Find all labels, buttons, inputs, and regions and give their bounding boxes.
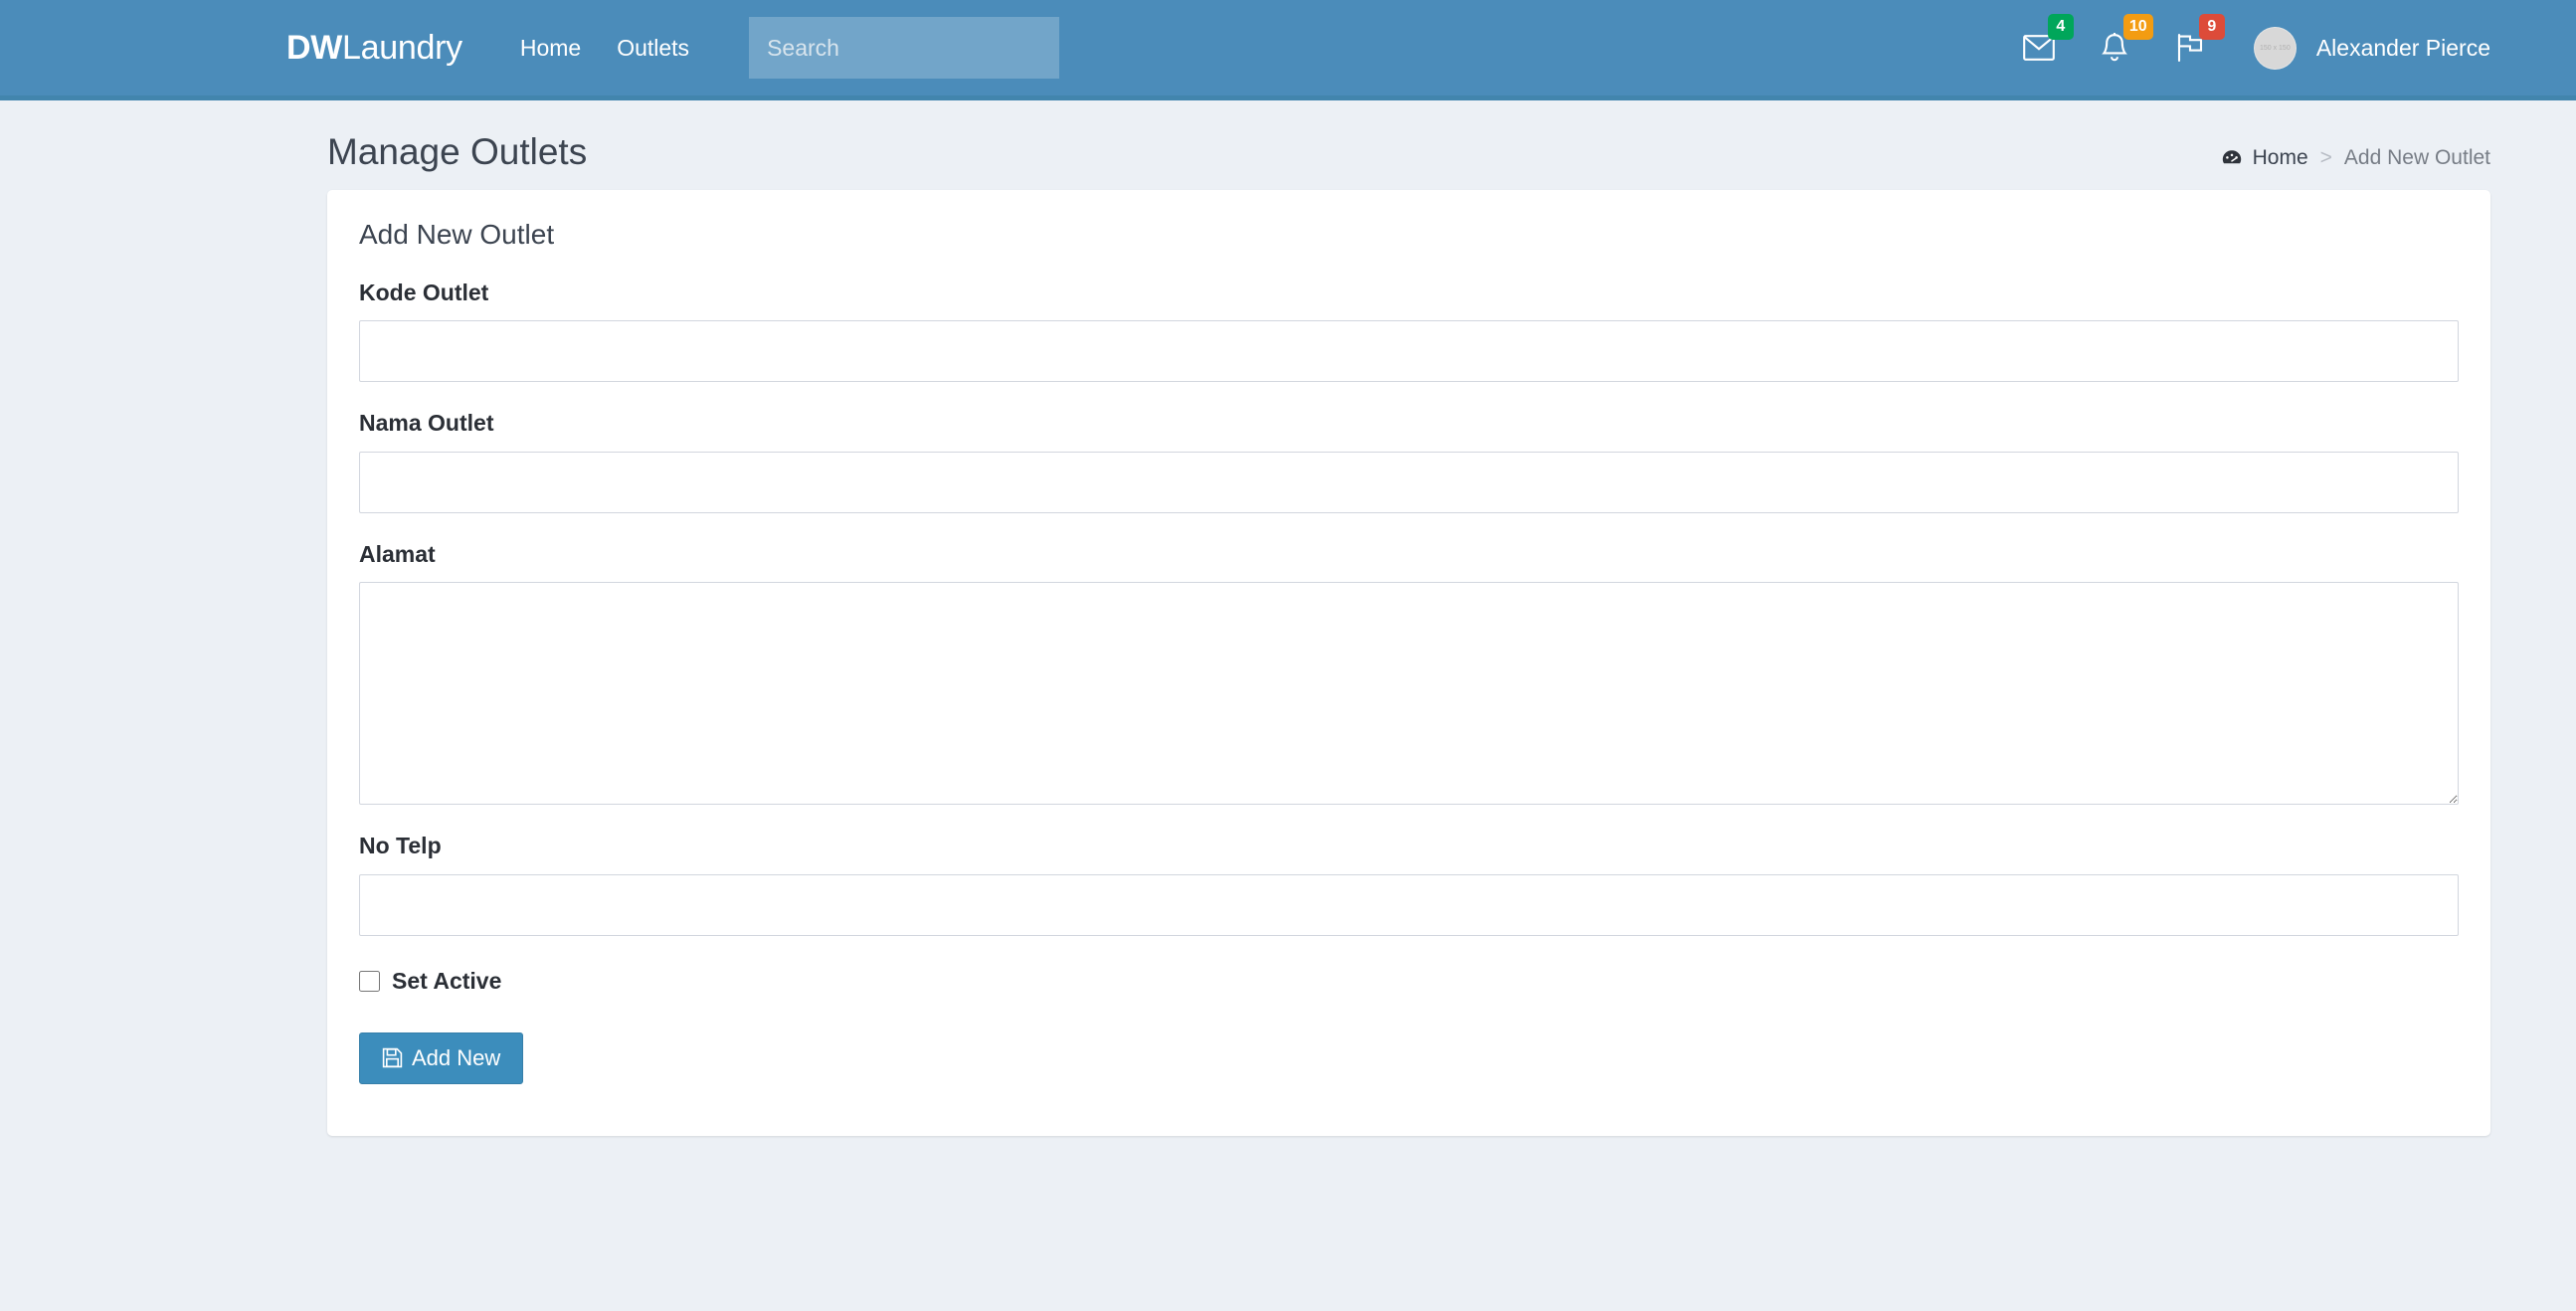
page-title: Manage Outlets (327, 131, 588, 172)
set-active-row: Set Active (359, 969, 2459, 993)
nama-outlet-input[interactable] (359, 451, 2459, 513)
card-header: Add New Outlet (327, 190, 2490, 258)
label-no-telp: No Telp (359, 833, 442, 859)
nav-link-home[interactable]: Home (502, 36, 599, 60)
dashboard-icon (2221, 147, 2243, 169)
brand-bold-text: DW (286, 29, 343, 67)
content-header: Manage Outlets Home > Add New Outlet (0, 100, 2576, 190)
notifications-badge: 10 (2122, 14, 2153, 40)
form-group-no-telp: No Telp (359, 833, 2459, 936)
set-active-checkbox[interactable] (359, 970, 380, 992)
add-outlet-card: Add New Outlet Kode Outlet Nama Outlet A… (327, 190, 2490, 1136)
save-icon (382, 1047, 403, 1068)
form-group-alamat: Alamat (359, 541, 2459, 806)
navbar-right-group: 4 10 9 150 x 150 Alexander Pierce (2001, 0, 2490, 95)
breadcrumb: Home > Add New Outlet (2221, 146, 2490, 170)
user-name-label: Alexander Pierce (2315, 34, 2490, 61)
content-area: Add New Outlet Kode Outlet Nama Outlet A… (0, 190, 2576, 1136)
card-body: Kode Outlet Nama Outlet Alamat No Telp S… (327, 258, 2490, 1136)
label-kode-outlet: Kode Outlet (359, 279, 489, 305)
navbar-links: Home Outlets (502, 36, 707, 60)
tasks-menu[interactable]: 9 (2152, 0, 2228, 95)
set-active-label[interactable]: Set Active (392, 969, 501, 993)
user-account-menu[interactable]: 150 x 150 Alexander Pierce (2228, 0, 2490, 95)
no-telp-input[interactable] (359, 873, 2459, 936)
brand-logo[interactable]: DWLaundry (286, 31, 462, 65)
tasks-badge: 9 (2198, 14, 2225, 40)
kode-outlet-input[interactable] (359, 320, 2459, 383)
notifications-menu[interactable]: 10 (2077, 0, 2153, 95)
avatar-placeholder-text: 150 x 150 (2259, 44, 2291, 52)
alamat-textarea[interactable] (359, 582, 2459, 806)
form-group-kode-outlet: Kode Outlet (359, 280, 2459, 383)
avatar: 150 x 150 (2253, 26, 2297, 70)
messages-menu[interactable]: 4 (2001, 0, 2077, 95)
navbar-left-group: DWLaundry Home Outlets (286, 17, 1060, 79)
nav-link-outlets[interactable]: Outlets (599, 36, 707, 60)
add-new-button[interactable]: Add New (359, 1031, 524, 1084)
add-new-button-label: Add New (412, 1044, 501, 1070)
messages-badge: 4 (2047, 14, 2074, 40)
brand-light-text: Laundry (342, 29, 462, 67)
search-container (749, 17, 1060, 79)
top-navbar: DWLaundry Home Outlets 4 (0, 0, 2576, 100)
label-alamat: Alamat (359, 540, 436, 567)
breadcrumb-current: Add New Outlet (2343, 146, 2490, 169)
breadcrumb-home-link[interactable]: Home (2253, 146, 2308, 170)
breadcrumb-separator: > (2319, 146, 2332, 169)
search-input[interactable] (749, 17, 1060, 79)
card-title: Add New Outlet (359, 219, 555, 250)
form-group-nama-outlet: Nama Outlet (359, 410, 2459, 513)
label-nama-outlet: Nama Outlet (359, 410, 494, 437)
